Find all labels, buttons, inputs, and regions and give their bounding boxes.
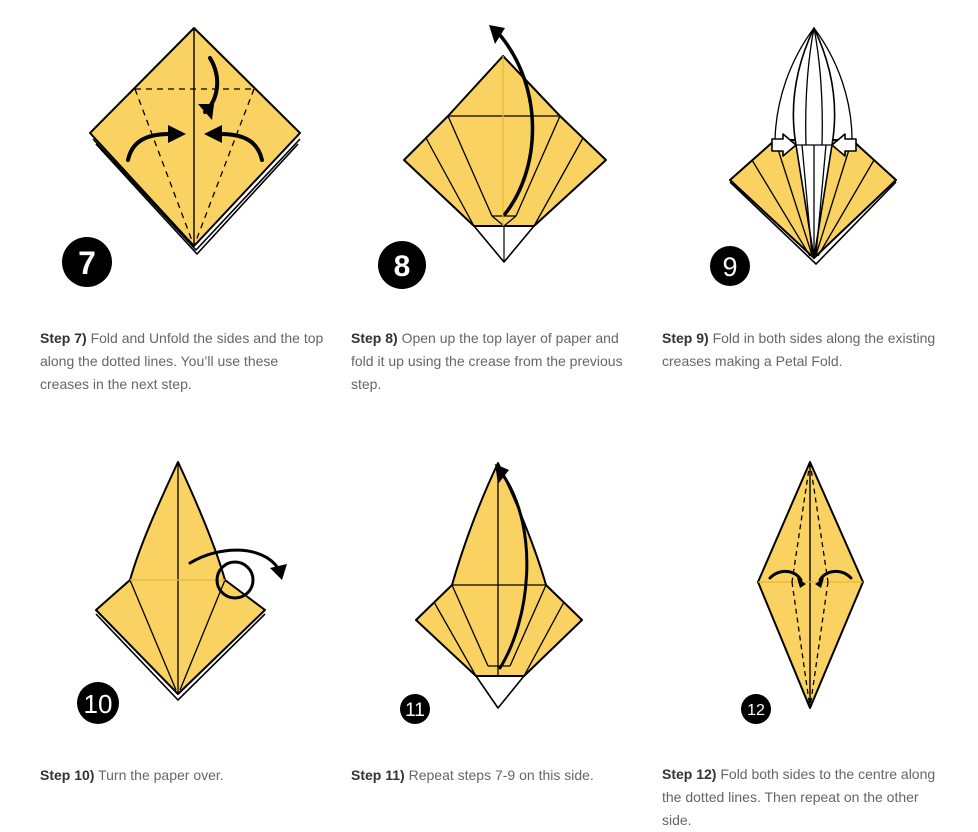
svg-text:7: 7	[78, 245, 96, 281]
step-7-illustration: 7	[62, 27, 301, 287]
step-label: Step 10)	[40, 767, 95, 783]
step-10-badge: 10	[77, 682, 119, 724]
step-label: Step 8)	[351, 330, 398, 346]
step-8-caption: Step 8) Open up the top layer of paper a…	[351, 327, 641, 396]
step-label: Step 9)	[662, 330, 709, 346]
step-label: Step 12)	[662, 766, 717, 782]
step-8-illustration: 8	[378, 25, 607, 289]
step-11-diagram: 11	[351, 440, 651, 740]
step-8-badge: 8	[378, 241, 426, 289]
step-11-illustration: 11	[400, 462, 583, 724]
svg-text:10: 10	[84, 689, 113, 719]
step-10-caption: Step 10) Turn the paper over.	[40, 764, 330, 787]
svg-text:11: 11	[405, 700, 425, 721]
step-label: Step 11)	[351, 767, 405, 783]
step-7-diagram: 7	[40, 0, 340, 300]
step-7-badge: 7	[62, 237, 112, 287]
step-11-badge: 11	[400, 694, 430, 724]
step-10-diagram: 10	[40, 440, 340, 740]
step-text: Repeat steps 7-9 on this side.	[408, 767, 594, 783]
svg-text:9: 9	[722, 252, 737, 282]
svg-text:12: 12	[747, 702, 765, 719]
step-9-caption: Step 9) Fold in both sides along the exi…	[662, 327, 952, 373]
step-9-diagram: 9	[662, 0, 962, 300]
step-10-illustration: 10	[77, 461, 287, 724]
step-12-illustration: 12	[741, 461, 864, 724]
step-12-badge: 12	[741, 694, 771, 724]
step-text: Turn the paper over.	[98, 767, 224, 783]
step-8-diagram: 8	[351, 0, 651, 300]
step-7-caption: Step 7) Fold and Unfold the sides and th…	[40, 327, 330, 396]
step-11-caption: Step 11) Repeat steps 7-9 on this side.	[351, 764, 641, 787]
step-9-badge: 9	[710, 246, 750, 286]
step-12-caption: Step 12) Fold both sides to the centre a…	[662, 763, 952, 832]
step-label: Step 7)	[40, 330, 87, 346]
step-9-illustration: 9	[710, 27, 897, 286]
step-12-diagram: 12	[662, 440, 962, 740]
svg-text:8: 8	[394, 250, 411, 283]
